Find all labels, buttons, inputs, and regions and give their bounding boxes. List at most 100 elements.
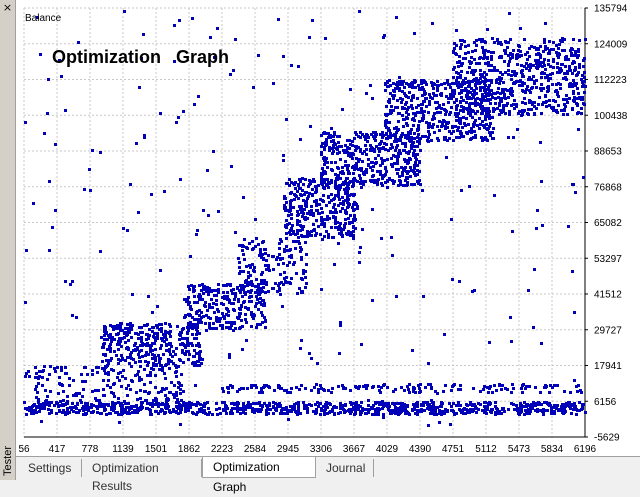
data-point: [362, 180, 365, 183]
data-point: [574, 53, 577, 56]
data-point: [437, 84, 440, 87]
data-point: [369, 84, 372, 87]
data-point: [173, 24, 176, 27]
data-point: [496, 107, 499, 110]
data-point: [515, 80, 518, 83]
data-point: [116, 324, 119, 327]
data-point: [297, 197, 300, 200]
data-point: [418, 161, 421, 164]
data-point: [577, 54, 580, 57]
data-point: [238, 261, 241, 264]
data-point: [392, 182, 395, 185]
data-point: [283, 271, 286, 274]
data-point: [576, 87, 579, 90]
data-point: [384, 89, 387, 92]
tab-optimization-graph[interactable]: Optimization Graph: [202, 457, 316, 494]
data-point: [339, 177, 342, 180]
data-point: [333, 133, 336, 136]
data-point: [371, 169, 374, 172]
data-point: [397, 128, 400, 131]
data-point: [91, 149, 94, 152]
data-point: [23, 401, 26, 404]
data-point: [339, 402, 342, 405]
data-point: [239, 412, 242, 415]
data-point: [507, 73, 510, 76]
data-point: [409, 158, 412, 161]
data-point: [326, 218, 329, 221]
data-point: [499, 109, 502, 112]
data-point: [240, 285, 243, 288]
data-point: [247, 271, 250, 274]
data-point: [519, 402, 522, 405]
y-tick-label: 76868: [594, 182, 622, 193]
data-point: [416, 169, 419, 172]
data-point: [239, 270, 242, 273]
data-point: [195, 337, 198, 340]
data-point: [485, 115, 488, 118]
data-point: [454, 113, 457, 116]
data-point: [253, 314, 256, 317]
data-point: [138, 356, 141, 359]
data-point: [255, 278, 258, 281]
tab-optimization-results[interactable]: Optimization Results: [82, 459, 202, 493]
data-point: [462, 116, 465, 119]
data-point: [184, 410, 187, 413]
data-point: [288, 178, 291, 181]
data-point: [438, 129, 441, 132]
data-point: [382, 413, 385, 416]
data-point: [158, 359, 161, 362]
data-point: [567, 58, 570, 61]
data-point: [239, 326, 242, 329]
data-point: [359, 148, 362, 151]
data-point: [195, 233, 198, 236]
data-point: [424, 386, 427, 389]
data-point: [487, 61, 490, 64]
data-point: [305, 253, 308, 256]
data-point: [233, 321, 236, 324]
data-point: [247, 276, 250, 279]
data-point: [521, 391, 524, 394]
data-point: [341, 207, 344, 210]
data-point: [118, 421, 121, 424]
data-point: [406, 124, 409, 127]
data-point: [81, 380, 84, 383]
data-point: [106, 338, 109, 341]
data-point: [338, 198, 341, 201]
data-point: [61, 384, 64, 387]
data-point: [46, 395, 49, 398]
data-point: [436, 125, 439, 128]
data-point: [396, 162, 399, 165]
data-point: [103, 406, 106, 409]
data-point: [546, 74, 549, 77]
data-point: [346, 193, 349, 196]
data-point: [504, 97, 507, 100]
data-point: [453, 92, 456, 95]
data-point: [403, 118, 406, 121]
close-icon[interactable]: ×: [2, 2, 13, 13]
data-point: [575, 413, 578, 416]
data-point: [556, 384, 559, 387]
data-point: [24, 375, 27, 378]
data-point: [418, 387, 421, 390]
data-point: [293, 193, 296, 196]
data-point: [521, 101, 524, 104]
data-point: [304, 387, 307, 390]
data-point: [479, 73, 482, 76]
data-point: [43, 407, 46, 410]
data-point: [84, 407, 87, 410]
data-point: [418, 179, 421, 182]
data-point: [530, 45, 533, 48]
data-point: [384, 148, 387, 151]
data-point: [120, 385, 123, 388]
data-point: [137, 370, 140, 373]
data-point: [396, 144, 399, 147]
data-point: [318, 203, 321, 206]
tab-settings[interactable]: Settings: [18, 459, 82, 477]
data-point: [103, 369, 106, 372]
data-point: [289, 200, 292, 203]
data-point: [203, 409, 206, 412]
data-point: [531, 86, 534, 89]
data-point: [371, 175, 374, 178]
data-point: [183, 404, 186, 407]
tab-journal[interactable]: Journal: [316, 459, 374, 477]
